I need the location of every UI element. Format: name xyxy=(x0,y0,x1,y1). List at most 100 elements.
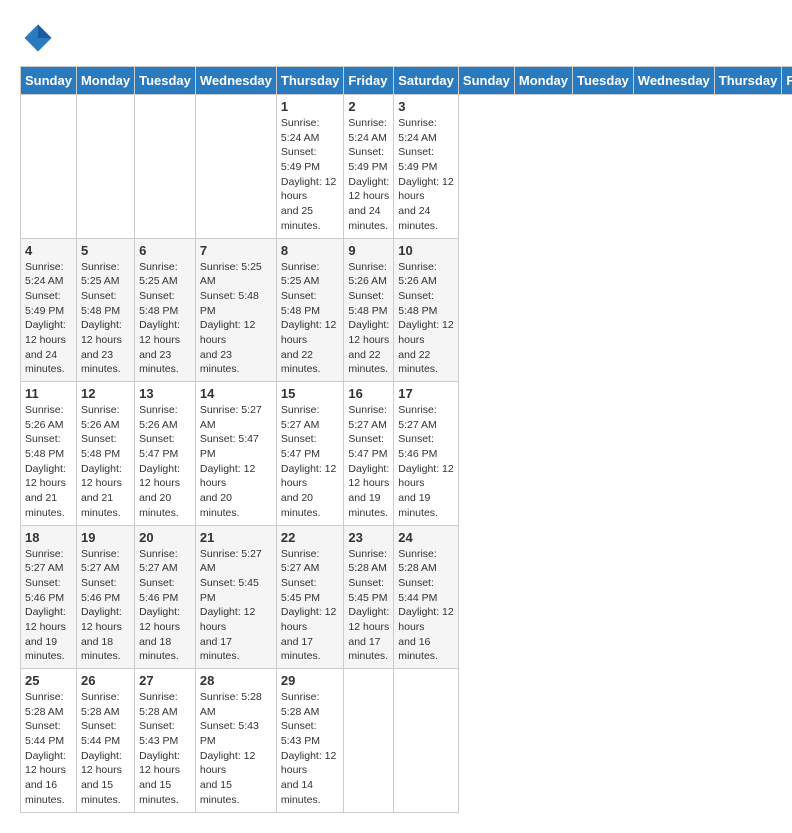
day-number: 1 xyxy=(281,99,340,114)
calendar-cell: 15 Sunrise: 5:27 AMSunset: 5:47 PMDayligh… xyxy=(276,382,344,526)
calendar-cell: 24 Sunrise: 5:28 AMSunset: 5:44 PMDayligh… xyxy=(394,525,459,669)
day-number: 4 xyxy=(25,243,72,258)
calendar-cell: 9 Sunrise: 5:26 AMSunset: 5:48 PMDaylight… xyxy=(344,238,394,382)
day-number: 12 xyxy=(81,386,130,401)
day-info: Sunrise: 5:27 AMSunset: 5:47 PMDaylight:… xyxy=(200,403,272,521)
day-number: 6 xyxy=(139,243,191,258)
calendar-week-3: 11 Sunrise: 5:26 AMSunset: 5:48 PMDayligh… xyxy=(21,382,792,526)
header-day-monday: Monday xyxy=(514,67,572,95)
day-info: Sunrise: 5:26 AMSunset: 5:48 PMDaylight:… xyxy=(25,403,72,521)
calendar-cell: 27 Sunrise: 5:28 AMSunset: 5:43 PMDayligh… xyxy=(135,669,196,813)
header-day-tuesday: Tuesday xyxy=(573,67,634,95)
calendar-cell: 1 Sunrise: 5:24 AMSunset: 5:49 PMDaylight… xyxy=(276,95,344,239)
calendar-cell: 2 Sunrise: 5:24 AMSunset: 5:49 PMDaylight… xyxy=(344,95,394,239)
day-number: 29 xyxy=(281,673,340,688)
day-number: 13 xyxy=(139,386,191,401)
calendar-week-1: 1 Sunrise: 5:24 AMSunset: 5:49 PMDaylight… xyxy=(21,95,792,239)
day-number: 5 xyxy=(81,243,130,258)
day-info: Sunrise: 5:24 AMSunset: 5:49 PMDaylight:… xyxy=(25,260,72,378)
calendar-cell: 18 Sunrise: 5:27 AMSunset: 5:46 PMDayligh… xyxy=(21,525,77,669)
day-number: 17 xyxy=(398,386,454,401)
header-day-friday: Friday xyxy=(344,67,394,95)
header-day-thursday: Thursday xyxy=(714,67,782,95)
calendar-cell: 29 Sunrise: 5:28 AMSunset: 5:43 PMDayligh… xyxy=(276,669,344,813)
day-number: 8 xyxy=(281,243,340,258)
day-info: Sunrise: 5:27 AMSunset: 5:47 PMDaylight:… xyxy=(348,403,389,521)
day-info: Sunrise: 5:27 AMSunset: 5:47 PMDaylight:… xyxy=(281,403,340,521)
calendar-cell xyxy=(195,95,276,239)
day-number: 9 xyxy=(348,243,389,258)
day-number: 21 xyxy=(200,530,272,545)
day-info: Sunrise: 5:27 AMSunset: 5:46 PMDaylight:… xyxy=(139,547,191,665)
day-info: Sunrise: 5:24 AMSunset: 5:49 PMDaylight:… xyxy=(281,116,340,234)
day-info: Sunrise: 5:24 AMSunset: 5:49 PMDaylight:… xyxy=(348,116,389,234)
day-info: Sunrise: 5:25 AMSunset: 5:48 PMDaylight:… xyxy=(81,260,130,378)
calendar-cell: 16Sunrise: 5:27 AMSunset: 5:47 PMDayligh… xyxy=(344,382,394,526)
day-info: Sunrise: 5:28 AMSunset: 5:45 PMDaylight:… xyxy=(348,547,389,665)
day-info: Sunrise: 5:27 AMSunset: 5:46 PMDaylight:… xyxy=(398,403,454,521)
header-day-thursday: Thursday xyxy=(276,67,344,95)
calendar-cell: 4 Sunrise: 5:24 AMSunset: 5:49 PMDaylight… xyxy=(21,238,77,382)
calendar-cell xyxy=(21,95,77,239)
day-info: Sunrise: 5:27 AMSunset: 5:46 PMDaylight:… xyxy=(81,547,130,665)
header-day-monday: Monday xyxy=(76,67,134,95)
page-header xyxy=(20,20,772,56)
day-info: Sunrise: 5:25 AMSunset: 5:48 PMDaylight:… xyxy=(281,260,340,378)
header-day-wednesday: Wednesday xyxy=(633,67,714,95)
day-number: 2 xyxy=(348,99,389,114)
logo xyxy=(20,20,60,56)
header-day-sunday: Sunday xyxy=(458,67,514,95)
day-info: Sunrise: 5:25 AMSunset: 5:48 PMDaylight:… xyxy=(200,260,272,378)
header-day-friday: Friday xyxy=(782,67,792,95)
calendar-cell: 8 Sunrise: 5:25 AMSunset: 5:48 PMDaylight… xyxy=(276,238,344,382)
day-number: 10 xyxy=(398,243,454,258)
day-number: 23 xyxy=(348,530,389,545)
day-info: Sunrise: 5:27 AMSunset: 5:45 PMDaylight:… xyxy=(200,547,272,665)
day-number: 28 xyxy=(200,673,272,688)
calendar-cell: 14Sunrise: 5:27 AMSunset: 5:47 PMDayligh… xyxy=(195,382,276,526)
calendar-cell xyxy=(394,669,459,813)
calendar-cell: 10 Sunrise: 5:26 AMSunset: 5:48 PMDayligh… xyxy=(394,238,459,382)
calendar-cell xyxy=(76,95,134,239)
day-number: 22 xyxy=(281,530,340,545)
header-day-saturday: Saturday xyxy=(394,67,459,95)
calendar-cell: 20 Sunrise: 5:27 AMSunset: 5:46 PMDayligh… xyxy=(135,525,196,669)
day-info: Sunrise: 5:25 AMSunset: 5:48 PMDaylight:… xyxy=(139,260,191,378)
header-day-wednesday: Wednesday xyxy=(195,67,276,95)
day-info: Sunrise: 5:28 AMSunset: 5:43 PMDaylight:… xyxy=(200,690,272,808)
calendar-cell: 3Sunrise: 5:24 AMSunset: 5:49 PMDaylight… xyxy=(394,95,459,239)
day-number: 24 xyxy=(398,530,454,545)
calendar-cell: 17 Sunrise: 5:27 AMSunset: 5:46 PMDayligh… xyxy=(394,382,459,526)
calendar-cell: 19Sunrise: 5:27 AMSunset: 5:46 PMDayligh… xyxy=(76,525,134,669)
day-info: Sunrise: 5:28 AMSunset: 5:44 PMDaylight:… xyxy=(81,690,130,808)
calendar-week-5: 25 Sunrise: 5:28 AMSunset: 5:44 PMDayligh… xyxy=(21,669,792,813)
calendar-cell xyxy=(135,95,196,239)
day-info: Sunrise: 5:26 AMSunset: 5:48 PMDaylight:… xyxy=(398,260,454,378)
day-info: Sunrise: 5:28 AMSunset: 5:44 PMDaylight:… xyxy=(398,547,454,665)
calendar-cell: 12Sunrise: 5:26 AMSunset: 5:48 PMDayligh… xyxy=(76,382,134,526)
day-info: Sunrise: 5:28 AMSunset: 5:43 PMDaylight:… xyxy=(281,690,340,808)
calendar-header-row: SundayMondayTuesdayWednesdayThursdayFrid… xyxy=(21,67,792,95)
day-number: 11 xyxy=(25,386,72,401)
day-number: 27 xyxy=(139,673,191,688)
day-number: 25 xyxy=(25,673,72,688)
day-info: Sunrise: 5:28 AMSunset: 5:43 PMDaylight:… xyxy=(139,690,191,808)
day-info: Sunrise: 5:26 AMSunset: 5:47 PMDaylight:… xyxy=(139,403,191,521)
day-number: 26 xyxy=(81,673,130,688)
day-info: Sunrise: 5:26 AMSunset: 5:48 PMDaylight:… xyxy=(348,260,389,378)
header-day-sunday: Sunday xyxy=(21,67,77,95)
day-number: 18 xyxy=(25,530,72,545)
day-info: Sunrise: 5:27 AMSunset: 5:46 PMDaylight:… xyxy=(25,547,72,665)
calendar-cell: 6 Sunrise: 5:25 AMSunset: 5:48 PMDaylight… xyxy=(135,238,196,382)
day-number: 3 xyxy=(398,99,454,114)
day-number: 20 xyxy=(139,530,191,545)
day-number: 7 xyxy=(200,243,272,258)
calendar-week-2: 4 Sunrise: 5:24 AMSunset: 5:49 PMDaylight… xyxy=(21,238,792,382)
day-number: 15 xyxy=(281,386,340,401)
calendar-cell: 11 Sunrise: 5:26 AMSunset: 5:48 PMDayligh… xyxy=(21,382,77,526)
calendar-cell: 23 Sunrise: 5:28 AMSunset: 5:45 PMDayligh… xyxy=(344,525,394,669)
calendar-cell: 5 Sunrise: 5:25 AMSunset: 5:48 PMDaylight… xyxy=(76,238,134,382)
calendar-cell: 26 Sunrise: 5:28 AMSunset: 5:44 PMDayligh… xyxy=(76,669,134,813)
calendar-cell: 7 Sunrise: 5:25 AMSunset: 5:48 PMDaylight… xyxy=(195,238,276,382)
calendar-cell xyxy=(344,669,394,813)
